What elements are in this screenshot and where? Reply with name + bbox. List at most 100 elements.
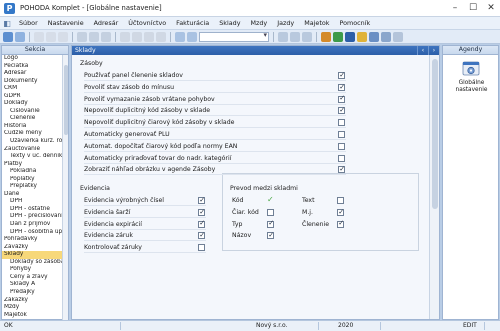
menu-majetok[interactable]: Majetok — [299, 17, 334, 30]
sidebar-item-3[interactable]: Dokumenty — [2, 78, 68, 86]
next-record-icon[interactable] — [144, 31, 154, 42]
prevod-right-option-2[interactable]: Členenie — [302, 219, 362, 229]
minimize-button[interactable]: – — [446, 0, 464, 17]
sidebar-item-24[interactable]: Pohľadávky — [2, 236, 68, 244]
print-icon[interactable] — [278, 31, 288, 42]
sidebar-item-22[interactable]: Daň z príjmov — [2, 221, 68, 229]
zasoby-option-3-checkbox[interactable] — [338, 106, 345, 115]
sidebar-item-14[interactable]: Platby — [2, 161, 68, 169]
menu-uctovnictvo[interactable]: Účtovníctvo — [123, 17, 171, 30]
sidebar-item-34[interactable]: Majetok — [2, 312, 68, 320]
tree-scrollbar[interactable] — [62, 55, 68, 320]
zasoby-option-8[interactable]: Zobraziť náhľad obrázku v agende Zásoby — [84, 165, 346, 176]
zasoby-option-4[interactable]: Nepovoliť duplicitný čiarový kód zásoby … — [84, 118, 346, 129]
sidebar-item-28[interactable]: Pohyby — [2, 266, 68, 274]
edit-record-icon[interactable] — [89, 31, 99, 42]
open-icon[interactable] — [3, 31, 13, 42]
first-record-icon[interactable] — [120, 31, 130, 42]
evidencia-option-0[interactable]: Evidencia výrobných čísel — [84, 196, 206, 206]
menu-pomocnik[interactable]: Pomocník — [334, 17, 375, 30]
zasoby-option-1[interactable]: Povoliť stav zásob do mínusu — [84, 82, 346, 93]
sidebar-item-9[interactable]: História — [2, 123, 68, 131]
sidebar-item-33[interactable]: Mzdy — [2, 304, 68, 312]
zasoby-option-5-checkbox[interactable] — [338, 131, 345, 138]
tab-sklady[interactable]: Sklady ‹ › — [72, 46, 439, 55]
sidebar-item-29[interactable]: Ceny a zľavy — [2, 274, 68, 282]
menu-nastavenie[interactable]: Nastavenie — [43, 17, 89, 30]
search-icon[interactable] — [175, 31, 185, 42]
database-icon[interactable] — [369, 31, 379, 42]
menu-jazdy[interactable]: Jazdy — [272, 17, 299, 30]
sidebar-item-12[interactable]: Zaúčtovanie — [2, 146, 68, 154]
sidebar-item-8[interactable]: Členenie — [2, 115, 68, 123]
menu-fakturacia[interactable]: Fakturácia — [171, 17, 214, 30]
sidebar-item-25[interactable]: Záväzky — [2, 244, 68, 252]
sidebar-item-13[interactable]: Texty v úč. denníku — [2, 153, 68, 161]
menu-subor[interactable]: Súbor — [14, 17, 43, 30]
prevod-right-option-1[interactable]: M.j. — [302, 207, 362, 217]
prevod-right-option-2-checkbox[interactable] — [337, 219, 344, 228]
evidencia-option-0-checkbox[interactable] — [198, 196, 205, 205]
sidebar-item-18[interactable]: Dane — [2, 191, 68, 199]
delete-record-icon[interactable] — [101, 31, 111, 42]
blue-tools-icon[interactable] — [345, 31, 355, 42]
sidebar-item-4[interactable]: CRM — [2, 85, 68, 93]
evidencia-option-4-checkbox[interactable] — [198, 244, 205, 252]
menu-sklady[interactable]: Sklady — [214, 17, 245, 30]
evidencia-option-2[interactable]: Evidencia expirácií — [84, 219, 206, 230]
prevod-right-option-1-checkbox[interactable] — [337, 207, 344, 216]
prevod-left-option-3-checkbox[interactable] — [267, 231, 274, 240]
filter-icon[interactable] — [187, 31, 197, 42]
sidebar-item-6[interactable]: Doklady — [2, 100, 68, 108]
sidebar-item-21[interactable]: DPH - prečíslovanie — [2, 213, 68, 221]
evidencia-option-3[interactable]: Evidencia záruk — [84, 231, 206, 242]
sidebar-item-30[interactable]: Sklady A — [2, 281, 68, 289]
prevod-left-option-1-checkbox[interactable] — [267, 208, 274, 216]
evidencia-option-3-checkbox[interactable] — [198, 231, 205, 240]
menu-mzdy[interactable]: Mzdy — [245, 17, 272, 30]
prevod-left-option-1[interactable]: Čiar. kód — [232, 208, 292, 217]
tab-next-icon[interactable]: › — [428, 46, 439, 55]
settings-icon[interactable] — [381, 31, 391, 42]
sidebar-item-31[interactable]: Predajky — [2, 289, 68, 297]
zasoby-option-7-checkbox[interactable] — [338, 154, 345, 162]
agenda-global-settings-label[interactable]: Globálne nastavenie — [445, 80, 498, 94]
help-icon[interactable] — [393, 31, 403, 42]
sidebar-item-27[interactable]: Doklady so zásobami — [2, 259, 68, 267]
close-button[interactable]: ✕ — [482, 0, 500, 17]
sidebar-item-11[interactable]: Uzávierka kurz. rozdiel. — [2, 138, 68, 146]
maximize-button[interactable]: ☐ — [464, 0, 482, 17]
zasoby-option-7[interactable]: Automaticky priraďovať tovar do nadr. ka… — [84, 154, 346, 164]
sidebar-item-10[interactable]: Cudzie meny — [2, 130, 68, 138]
zasoby-option-6[interactable]: Automat. dopočítať čiarový kód podľa nor… — [84, 142, 346, 152]
sidebar-item-15[interactable]: Pokladňa — [2, 168, 68, 176]
prevod-left-option-2[interactable]: Typ — [232, 219, 292, 229]
sidebar-item-32[interactable]: Zákazky — [2, 297, 68, 305]
new-record-icon[interactable] — [77, 31, 87, 42]
system-menu-icon[interactable]: ◧ — [0, 17, 14, 30]
evidencia-option-1-checkbox[interactable] — [198, 207, 205, 216]
sidebar-item-19[interactable]: DPH — [2, 198, 68, 206]
zasoby-option-0[interactable]: Používať panel členenie skladov — [84, 71, 346, 81]
cut-icon[interactable] — [34, 31, 44, 42]
previous-record-icon[interactable] — [132, 31, 142, 42]
prevod-right-option-0[interactable]: Text — [302, 196, 362, 205]
last-record-icon[interactable] — [156, 31, 166, 42]
sidebar-item-0[interactable]: Logo — [2, 55, 68, 63]
zasoby-option-2[interactable]: Povoliť vymazanie zásob vrátane pohybov — [84, 94, 346, 105]
sidebar-item-2[interactable]: Adresár — [2, 70, 68, 78]
sidebar-item-7[interactable]: Číslovanie — [2, 108, 68, 116]
tab-prev-icon[interactable]: ‹ — [417, 46, 428, 55]
sidebar-item-16[interactable]: Poplatky — [2, 176, 68, 184]
global-settings-icon[interactable] — [462, 61, 480, 77]
zasoby-option-5[interactable]: Automaticky generovať PLU — [84, 130, 346, 140]
content-scrollbar[interactable] — [429, 55, 439, 319]
evidencia-option-1[interactable]: Evidencia šarží — [84, 207, 206, 218]
zasoby-option-4-checkbox[interactable] — [338, 119, 345, 127]
paste-icon[interactable] — [58, 31, 68, 42]
sidebar-item-26[interactable]: Sklady — [2, 251, 68, 259]
evidencia-option-2-checkbox[interactable] — [198, 219, 205, 228]
note-icon[interactable] — [357, 31, 367, 42]
zasoby-option-1-checkbox[interactable] — [338, 82, 345, 91]
zasoby-option-8-checkbox[interactable] — [338, 165, 345, 174]
